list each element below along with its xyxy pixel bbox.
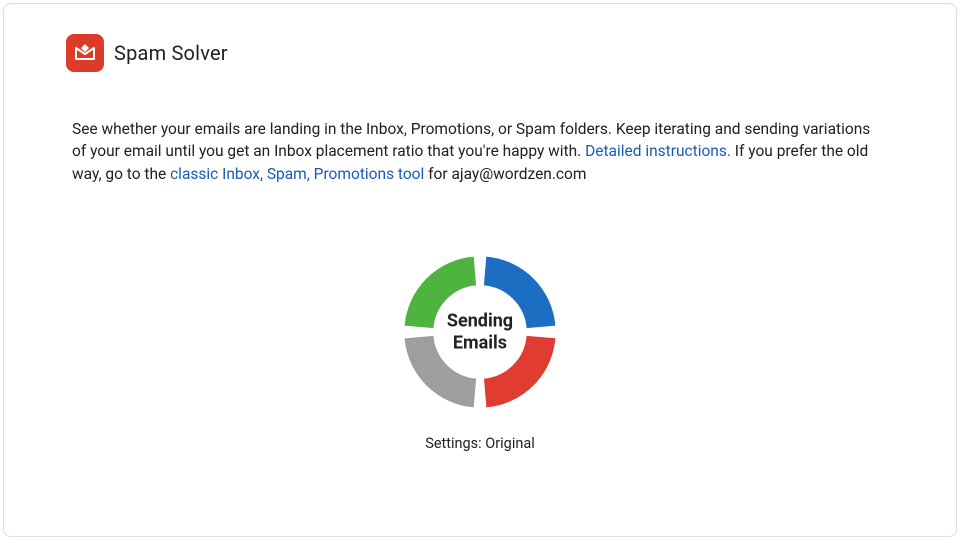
spinner-area: Sending Emails Settings: Original xyxy=(4,247,956,452)
spinner-line2: Emails xyxy=(447,332,513,354)
description-text: See whether your emails are landing in t… xyxy=(4,72,956,185)
spinner-center-label: Sending Emails xyxy=(447,311,513,354)
loading-donut-icon: Sending Emails xyxy=(395,247,565,417)
app-container: Spam Solver See whether your emails are … xyxy=(3,3,957,537)
spinner-line1: Sending xyxy=(447,311,513,333)
app-logo-icon xyxy=(66,34,104,72)
settings-label: Settings: Original xyxy=(425,435,535,452)
detailed-instructions-link[interactable]: Detailed instructions. xyxy=(585,142,731,160)
classic-tool-link[interactable]: classic Inbox, Spam, Promotions tool xyxy=(170,165,424,183)
header: Spam Solver xyxy=(4,4,956,72)
description-part3: for ajay@wordzen.com xyxy=(424,165,586,183)
app-title: Spam Solver xyxy=(114,41,228,65)
